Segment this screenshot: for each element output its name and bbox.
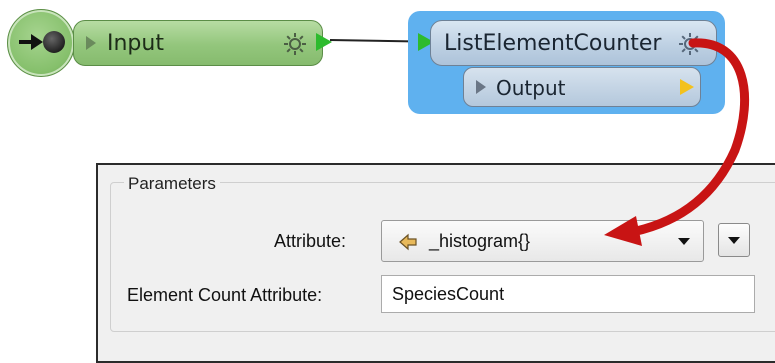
arrow-right-icon: [19, 34, 43, 50]
attribute-menu-button[interactable]: [718, 223, 750, 257]
attribute-label: Attribute:: [274, 231, 347, 251]
reader-node[interactable]: [7, 9, 75, 77]
input-node-label: Input: [107, 31, 164, 56]
chevron-down-icon[interactable]: [678, 238, 690, 245]
connection-line[interactable]: [329, 39, 419, 43]
attribute-value: _histogram{}: [429, 231, 531, 251]
parameters-group-title: Parameters: [124, 174, 220, 194]
expand-arrow-icon[interactable]: [476, 80, 486, 94]
gear-icon[interactable]: [282, 31, 308, 57]
attribute-arrow-icon: [399, 233, 417, 251]
chevron-down-icon: [728, 237, 740, 244]
transformer-label: ListElementCounter: [444, 31, 662, 56]
attribute-select[interactable]: _histogram{}: [381, 220, 704, 262]
output-port-label: Output: [496, 76, 566, 100]
element-count-attribute-label: Element Count Attribute:: [127, 285, 323, 305]
list-element-counter-node[interactable]: ListElementCounter: [430, 20, 717, 66]
yellow-output-port-icon[interactable]: [680, 79, 694, 95]
output-port[interactable]: Output: [463, 67, 701, 107]
element-count-attribute-field[interactable]: SpeciesCount: [381, 275, 755, 313]
reader-dot-icon: [43, 31, 65, 53]
gear-icon[interactable]: [677, 31, 703, 57]
expand-arrow-icon[interactable]: [86, 36, 96, 50]
input-output-port-icon[interactable]: [316, 33, 332, 51]
input-node[interactable]: Input: [73, 20, 323, 66]
